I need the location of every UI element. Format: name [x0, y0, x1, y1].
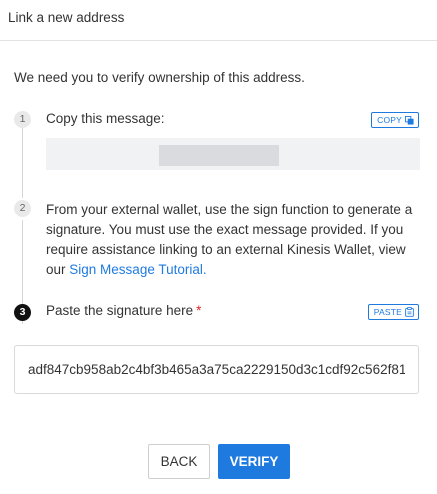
- back-button[interactable]: BACK: [148, 444, 210, 479]
- dialog-title: Link a new address: [8, 10, 125, 25]
- required-asterisk: *: [196, 303, 202, 318]
- message-redacted-content: [159, 145, 279, 166]
- step-2-number: 2: [14, 200, 31, 217]
- signature-input[interactable]: [15, 346, 418, 393]
- dialog-header: Link a new address: [0, 0, 437, 41]
- step-3-label-text: Paste the signature here: [46, 303, 194, 318]
- step-connector-1-2: [22, 128, 23, 198]
- sign-message-tutorial-link[interactable]: Sign Message Tutorial.: [69, 262, 206, 277]
- copy-button[interactable]: COPY: [371, 112, 419, 128]
- message-box[interactable]: [46, 138, 420, 170]
- intro-text: We need you to verify ownership of this …: [14, 70, 305, 85]
- paste-button-label: PASTE: [373, 307, 402, 317]
- verify-button[interactable]: VERIFY: [218, 444, 290, 479]
- clipboard-icon: [405, 307, 414, 317]
- step-2-instructions: From your external wallet, use the sign …: [46, 200, 422, 280]
- step-1-number: 1: [14, 111, 31, 128]
- step-3-label: Paste the signature here *: [46, 303, 201, 318]
- copy-icon: [405, 115, 414, 125]
- step-3-number: 3: [14, 304, 31, 321]
- copy-button-label: COPY: [377, 115, 402, 125]
- signature-field: [14, 345, 419, 394]
- paste-button[interactable]: PASTE: [367, 304, 419, 320]
- step-1-label: Copy this message:: [46, 111, 165, 126]
